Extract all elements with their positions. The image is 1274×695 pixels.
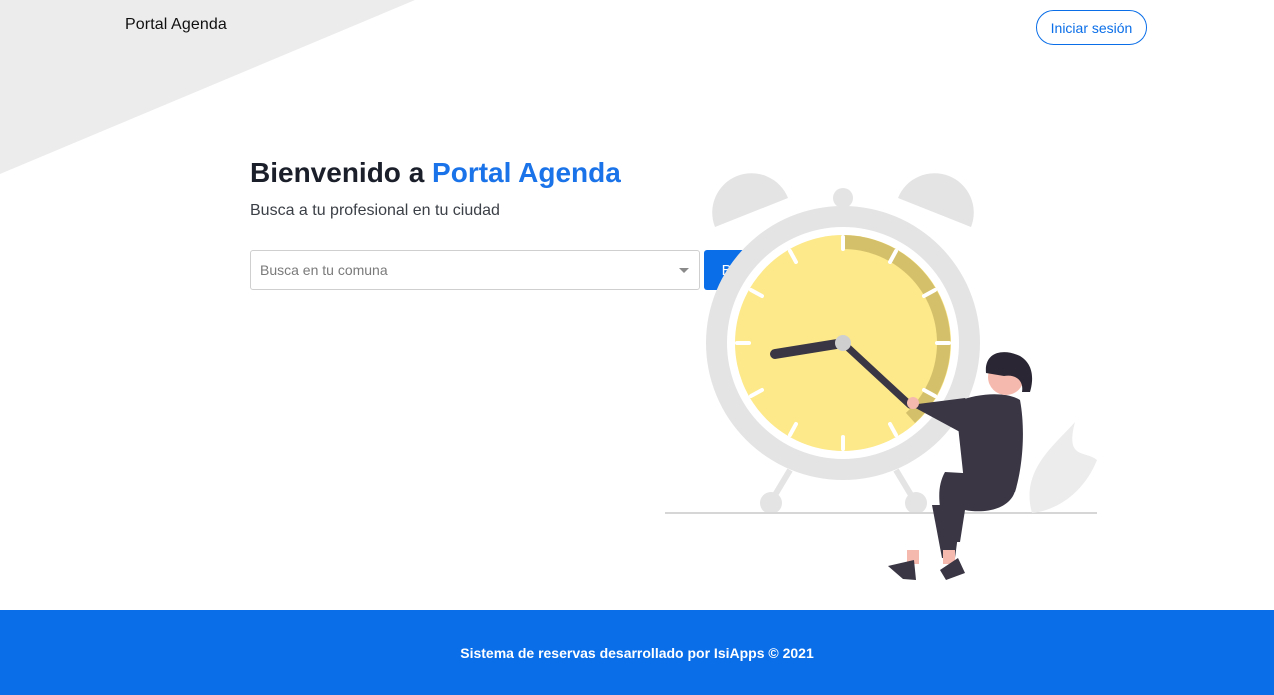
alarm-clock-illustration xyxy=(665,173,1097,580)
title-prefix: Bienvenido a xyxy=(250,157,433,188)
page-subtitle: Busca a tu profesional en tu ciudad xyxy=(250,202,500,219)
title-accent: Portal Agenda xyxy=(432,157,621,188)
footer: Sistema de reservas desarrollado por Isi… xyxy=(0,610,1274,695)
search-placeholder: Busca en tu comuna xyxy=(260,262,388,278)
commune-search-select[interactable]: Busca en tu comuna xyxy=(250,250,700,290)
page-title: Bienvenido a Portal Agenda xyxy=(250,157,621,189)
brand-logo[interactable]: Portal Agenda xyxy=(125,16,227,34)
footer-copyright: Sistema de reservas desarrollado por Isi… xyxy=(460,644,814,661)
login-button[interactable]: Iniciar sesión xyxy=(1036,10,1147,45)
